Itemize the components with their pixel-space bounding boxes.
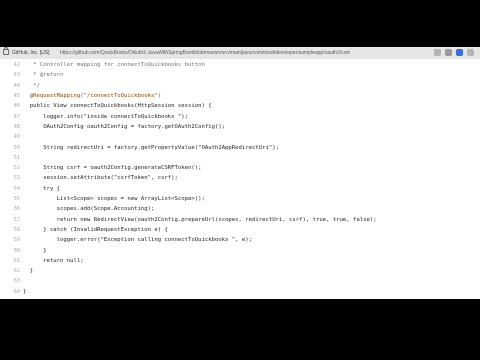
code-text: public View connectToQuickbooks(HttpSess… [23,103,212,110]
code-line: 46 public View connectToQuickbooks(HttpS… [0,101,480,111]
code-text: return new RedirectView(oauth2Config.pre… [23,216,377,223]
code-text: logger.error("Exception calling connectT… [23,237,253,244]
line-number[interactable]: 45 [0,93,23,99]
code-line: 53 session.setAttribute("csrfToken", csr… [0,173,480,183]
profile-icon[interactable] [456,49,463,56]
line-number[interactable]: 50 [0,145,23,151]
code-text: * Controller mapping for connectToQuickb… [23,62,205,69]
code-line: 47 logger.info("inside connectToQuickboo… [0,112,480,122]
code-text: } [23,268,34,275]
code-line: 57 return new RedirectView(oauth2Config.… [0,215,480,225]
code-line: 60 } [0,245,480,255]
code-line: 44 */ [0,81,480,91]
line-number[interactable]: 60 [0,248,23,254]
line-number[interactable]: 55 [0,196,23,202]
code-line: 45 @RequestMapping("/connectToQuickbooks… [0,91,480,101]
code-text: */ [23,82,40,89]
menu-icon[interactable] [467,49,474,56]
line-number[interactable]: 63 [0,278,23,284]
code-line: 50 String redirectUri = factory.getPrope… [0,142,480,152]
line-number[interactable]: 51 [0,155,23,161]
line-number[interactable]: 58 [0,227,23,233]
code-line: 58 } catch (InvalidRequestException e) { [0,225,480,235]
line-number[interactable]: 48 [0,124,23,130]
code-text: scopes.add(Scope.Accounting); [23,206,155,213]
code-text: } [23,247,47,254]
code-line: 43 * @return [0,70,480,80]
code-line: 51 [0,153,480,163]
code-text: } [23,288,27,295]
code-text: logger.info("inside connectToQuickbooks … [23,113,189,120]
code-line: 42 * Controller mapping for connectToQui… [0,60,480,70]
code-text: List<Scope> scopes = new ArrayList<Scope… [23,196,205,203]
line-number[interactable]: 46 [0,103,23,109]
code-line: 49 [0,132,480,142]
code-line: 54 try { [0,184,480,194]
site-identity[interactable]: GitHub, Inc. [US] [12,48,50,58]
url-text[interactable]: https://github.com/QuickBooks/OAuth2-Jav… [60,48,350,58]
line-number[interactable]: 44 [0,83,23,89]
line-number[interactable]: 52 [0,165,23,171]
code-line: 64} [0,287,480,297]
line-number[interactable]: 62 [0,268,23,274]
code-line: 59 logger.error("Exception calling conne… [0,235,480,245]
line-number[interactable]: 64 [0,289,23,295]
code-line: 56 scopes.add(Scope.Accounting); [0,204,480,214]
line-number[interactable]: 53 [0,175,23,181]
line-number[interactable]: 61 [0,258,23,264]
code-text: String csrf = oauth2Config.generateCSRFT… [23,165,202,172]
line-number[interactable]: 56 [0,206,23,212]
code-text: * @return [23,72,64,79]
line-number[interactable]: 49 [0,134,23,140]
code-text: try { [23,185,61,192]
code-line: 48 OAuth2Config oauth2Config = factory.g… [0,122,480,132]
code-text: } catch (InvalidRequestException e) { [23,226,168,233]
code-line: 62 } [0,266,480,276]
line-number[interactable]: 54 [0,186,23,192]
code-text: session.setAttribute("csrfToken", csrf); [23,175,178,182]
code-line: 63 [0,276,480,286]
line-number[interactable]: 47 [0,114,23,120]
code-line: 61 return null; [0,256,480,266]
line-number[interactable]: 43 [0,72,23,78]
code-text: OAuth2Config oauth2Config = factory.getO… [23,123,226,130]
browser-address-bar: GitHub, Inc. [US] https://github.com/Qui… [0,47,480,59]
line-number[interactable]: 59 [0,237,23,243]
code-text: String redirectUri = factory.getProperty… [23,144,279,151]
line-number[interactable]: 57 [0,217,23,223]
code-line: 52 String csrf = oauth2Config.generateCS… [0,163,480,173]
code-text: @RequestMapping("/connectToQuickbooks") [23,93,162,100]
code-line: 55 List<Scope> scopes = new ArrayList<Sc… [0,194,480,204]
lock-icon [3,47,9,55]
line-number[interactable]: 42 [0,62,23,68]
code-viewer: 42 * Controller mapping for connectToQui… [0,59,480,299]
code-text: return null; [23,257,84,264]
star-icon[interactable] [434,49,441,56]
extension-icon[interactable] [445,49,452,56]
toolbar-icons [434,49,474,56]
